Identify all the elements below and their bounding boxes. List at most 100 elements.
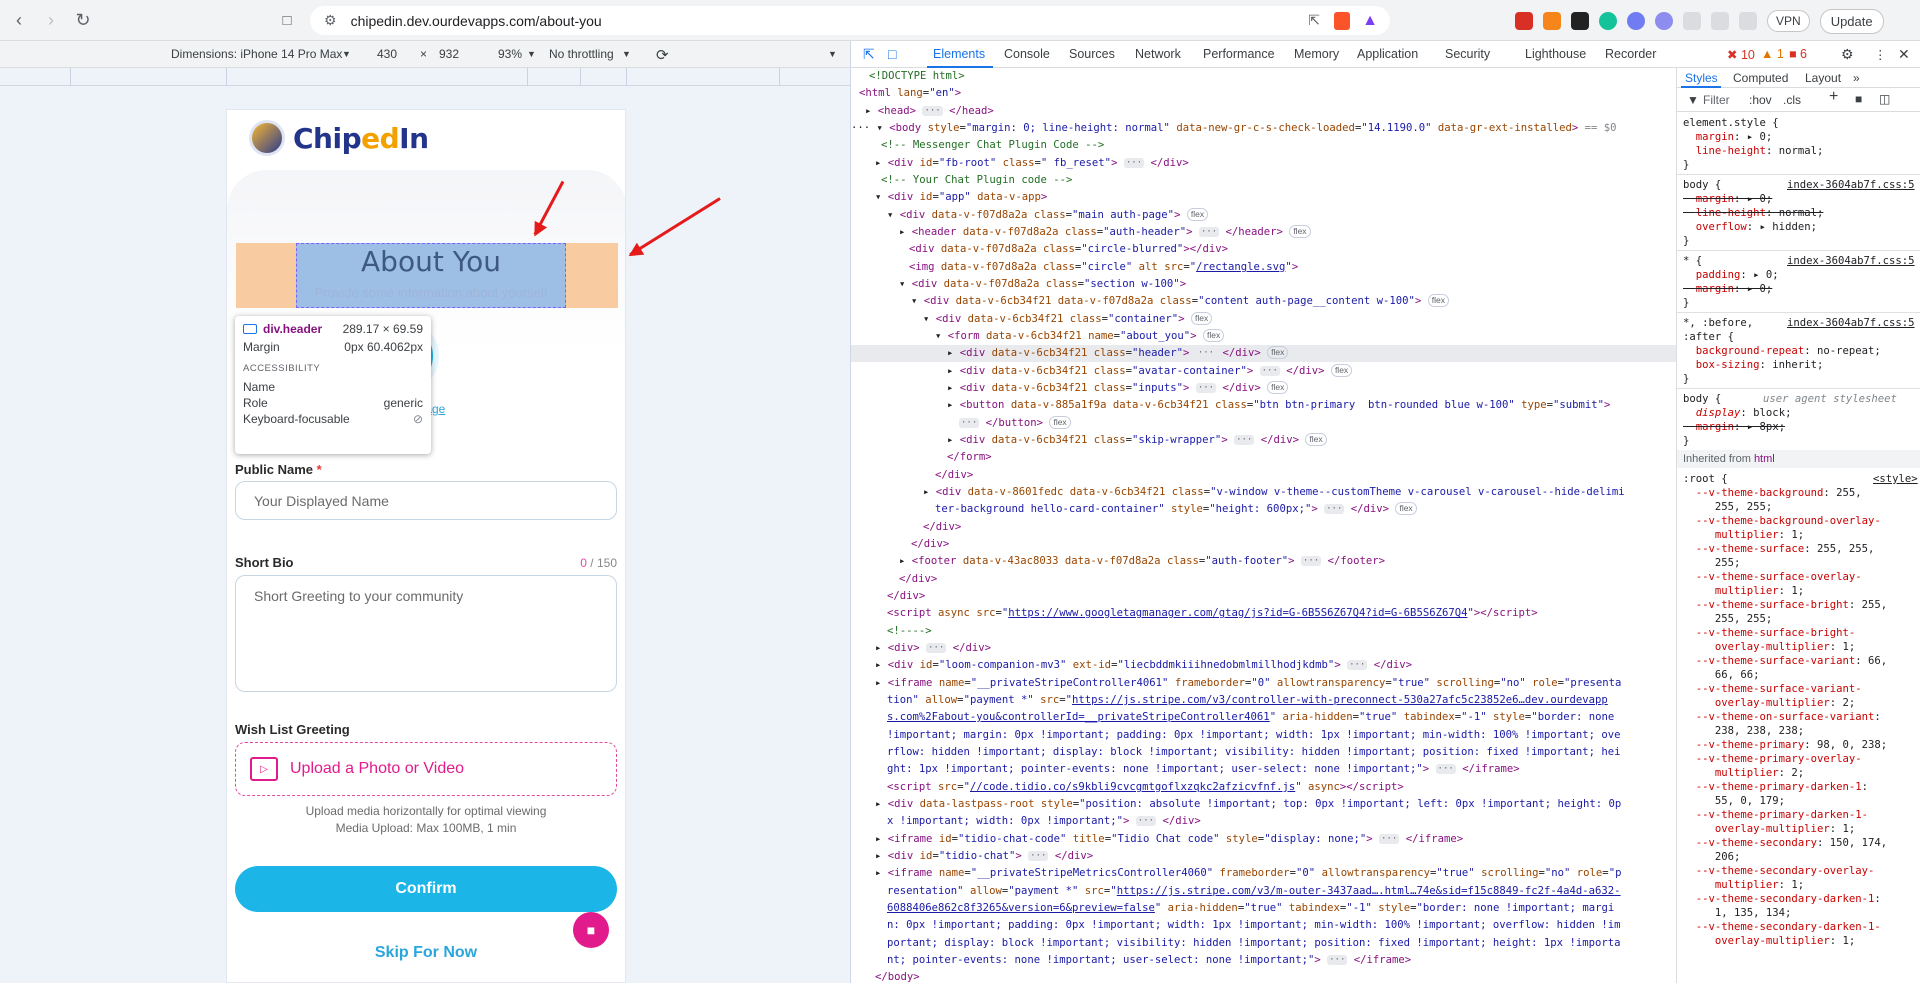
dom-line[interactable]: ▸ <header data-v-f07d8a2a class="auth-he… — [899, 224, 1311, 241]
dom-line[interactable]: s.com%2Fabout-you&controllerId=__private… — [887, 709, 1614, 726]
css-source-link[interactable]: index-3604ab7f.css:5 — [1787, 316, 1915, 330]
dom-line[interactable]: ▸ <iframe name="__privateStripeControlle… — [875, 675, 1621, 692]
tab-styles[interactable]: Styles — [1685, 71, 1718, 85]
filter-input[interactable]: Filter — [1703, 93, 1730, 107]
grammarly-icon[interactable] — [1599, 12, 1617, 30]
dom-line[interactable]: <!-- Messenger Chat Plugin Code --> — [881, 137, 1104, 154]
css-source-link[interactable]: index-3604ab7f.css:5 — [1787, 178, 1915, 192]
dom-line[interactable]: </body> — [875, 969, 920, 983]
chevron-down-icon[interactable]: ▼ — [342, 49, 351, 59]
chipedin-logo[interactable]: ChipedIn — [249, 120, 429, 156]
kebab-menu-icon[interactable]: ⋮ — [1874, 47, 1887, 62]
dom-line[interactable]: nt; pointer-events: none !important; use… — [887, 952, 1411, 969]
bookmark-icon[interactable]: □ — [274, 7, 300, 33]
issue-counter[interactable]: ■ 6 — [1789, 47, 1807, 61]
dom-line[interactable]: ··· </button> flex — [959, 415, 1071, 432]
media-query-ruler[interactable] — [0, 68, 850, 86]
dom-line[interactable]: ▸ <footer data-v-43ac8033 data-v-f07d8a2… — [899, 553, 1385, 570]
site-info-icon[interactable]: ⚙ — [324, 12, 337, 29]
css-source-link[interactable]: index-3604ab7f.css:5 — [1787, 254, 1915, 268]
sidebar-icon[interactable] — [1711, 12, 1729, 30]
reload-icon[interactable]: ↻ — [70, 7, 96, 33]
dom-line[interactable]: ▸ <div data-v-6cb34f21 class="inputs"> ·… — [947, 380, 1289, 397]
dom-tree[interactable]: <!DOCTYPE html> <html lang="en"> ▸ <head… — [851, 68, 1676, 983]
dom-line[interactable]: </div> — [923, 519, 961, 536]
dom-line[interactable]: ▸ <div id="loom-companion-mv3" ext-id="l… — [875, 657, 1412, 674]
dom-line[interactable]: </div> — [887, 588, 925, 605]
warning-counter[interactable]: ▲ 1 — [1761, 47, 1784, 61]
tab-layout[interactable]: Layout — [1805, 71, 1841, 85]
dom-line[interactable]: </div> — [899, 571, 937, 588]
height-input[interactable]: 932 — [439, 47, 459, 61]
public-name-input[interactable]: Your Displayed Name — [235, 481, 617, 520]
dom-line[interactable]: <html lang="en"> — [859, 85, 961, 102]
dom-line[interactable]: ▾ <div id="app" data-v-app> — [875, 189, 1047, 206]
rotate-icon[interactable]: ⟳ — [656, 46, 669, 64]
back-icon[interactable]: ‹ — [6, 7, 32, 33]
dom-line[interactable]: <div data-v-f07d8a2a class="circle-blurr… — [909, 241, 1228, 258]
dom-line[interactable]: ▸ <head> ··· </head> — [865, 103, 994, 120]
brave-shield-icon[interactable] — [1334, 11, 1350, 30]
address-bar[interactable]: ⚙ chipedin.dev.ourdevapps.com/about-you … — [310, 6, 1390, 35]
dom-line[interactable]: ▾ <form data-v-6cb34f21 name="about_you"… — [935, 328, 1225, 345]
dom-line[interactable]: ▸ <button data-v-885a1f9a data-v-6cb34f2… — [947, 397, 1610, 414]
share-icon[interactable]: ⇱ — [1308, 12, 1320, 29]
dom-line[interactable]: <!----> — [887, 623, 932, 640]
tab-sources[interactable]: Sources — [1069, 47, 1115, 61]
dom-line[interactable]: ▸ <div id="tidio-chat"> ··· </div> — [875, 848, 1093, 865]
dom-line[interactable]: </div> — [935, 467, 973, 484]
device-toggle-icon[interactable]: □ — [888, 46, 896, 62]
dom-line[interactable]: <!DOCTYPE html> — [869, 68, 965, 85]
dom-line[interactable]: 6088406e862c8f3265&version=6&preview=fal… — [887, 900, 1614, 917]
hov-toggle[interactable]: :hov — [1749, 93, 1772, 107]
dom-line[interactable]: x !important; width: 0px !important;"> ·… — [887, 813, 1201, 830]
dom-line[interactable]: portant; display: block !important; visi… — [887, 935, 1620, 952]
brave-rewards-icon[interactable]: ▲ — [1362, 12, 1378, 30]
skip-button[interactable]: Skip For Now — [235, 944, 617, 962]
chevron-down-icon[interactable]: ▼ — [622, 49, 631, 59]
width-input[interactable]: 430 — [377, 47, 397, 61]
confirm-button[interactable]: Confirm — [235, 866, 617, 912]
tab-performance[interactable]: Performance — [1203, 47, 1275, 61]
tab-network[interactable]: Network — [1135, 47, 1181, 61]
add-rule-icon[interactable]: + — [1829, 89, 1838, 105]
dom-line[interactable]: <!-- Your Chat Plugin code --> — [881, 172, 1072, 189]
dom-line[interactable]: ▸ <div> ··· </div> — [875, 640, 991, 657]
dom-line[interactable]: </form> — [947, 449, 992, 466]
dom-line[interactable]: ▸ <div data-v-6cb34f21 class="skip-wrapp… — [947, 432, 1327, 449]
style-tag-link[interactable]: <style> — [1873, 472, 1918, 486]
tab-application[interactable]: Application — [1357, 47, 1418, 61]
tab-computed[interactable]: Computed — [1733, 71, 1788, 85]
error-counter[interactable]: ✖ 10 — [1727, 47, 1755, 62]
tab-security[interactable]: Security — [1445, 47, 1490, 61]
dom-line[interactable]: ▾ <div data-v-6cb34f21 class="container"… — [923, 311, 1213, 328]
chevron-down-icon[interactable]: ▼ — [527, 49, 536, 59]
dom-line-selected[interactable]: ▸ <div data-v-6cb34f21 class="header"> ·… — [851, 345, 1676, 362]
tab-recorder[interactable]: Recorder — [1605, 47, 1656, 61]
dom-line[interactable]: ▸ <div data-lastpass-root style="positio… — [875, 796, 1621, 813]
dom-line[interactable]: ▾ <div data-v-f07d8a2a class="section w-… — [899, 276, 1186, 293]
dom-line[interactable]: ght: 1px !important; pointer-events: non… — [887, 761, 1520, 778]
puzzle-icon[interactable] — [1683, 12, 1701, 30]
dom-line[interactable]: ▾ <div data-v-f07d8a2a class="main auth-… — [887, 207, 1209, 224]
dom-line[interactable]: n: 0px !important; padding: 0px !importa… — [887, 917, 1620, 934]
dimensions-select[interactable]: Dimensions: iPhone 14 Pro Max — [171, 47, 342, 61]
inspect-icon[interactable]: ⇱ — [863, 46, 875, 63]
dom-line[interactable]: tion" allow="payment *" src="https://js.… — [887, 692, 1608, 709]
tab-console[interactable]: Console — [1004, 47, 1050, 61]
dom-line[interactable]: ▸ <div data-v-8601fedc data-v-6cb34f21 c… — [923, 484, 1625, 501]
upload-media-button[interactable]: ▷ Upload a Photo or Video — [235, 742, 617, 796]
update-button[interactable]: Update — [1819, 8, 1884, 34]
short-bio-textarea[interactable]: Short Greeting to your community — [235, 575, 617, 692]
close-icon[interactable]: ✕ — [1898, 46, 1910, 63]
settings-gear-icon[interactable]: ⚙ — [1841, 46, 1854, 63]
dom-line[interactable]: <script async src="https://www.googletag… — [887, 605, 1538, 622]
dom-line[interactable]: ▸ <div id="fb-root" class=" fb_reset"> ·… — [875, 155, 1189, 172]
tab-elements[interactable]: Elements — [933, 47, 985, 61]
dom-line[interactable]: </div> — [911, 536, 949, 553]
dom-line[interactable]: <script src="//code.tidio.co/s9kbli9cvcg… — [887, 779, 1404, 796]
tab-lighthouse[interactable]: Lighthouse — [1525, 47, 1586, 61]
extension-icon[interactable] — [1515, 12, 1533, 30]
forward-icon[interactable]: › — [38, 7, 64, 33]
dom-line[interactable]: ▾ <div data-v-6cb34f21 data-v-f07d8a2a c… — [911, 293, 1449, 310]
